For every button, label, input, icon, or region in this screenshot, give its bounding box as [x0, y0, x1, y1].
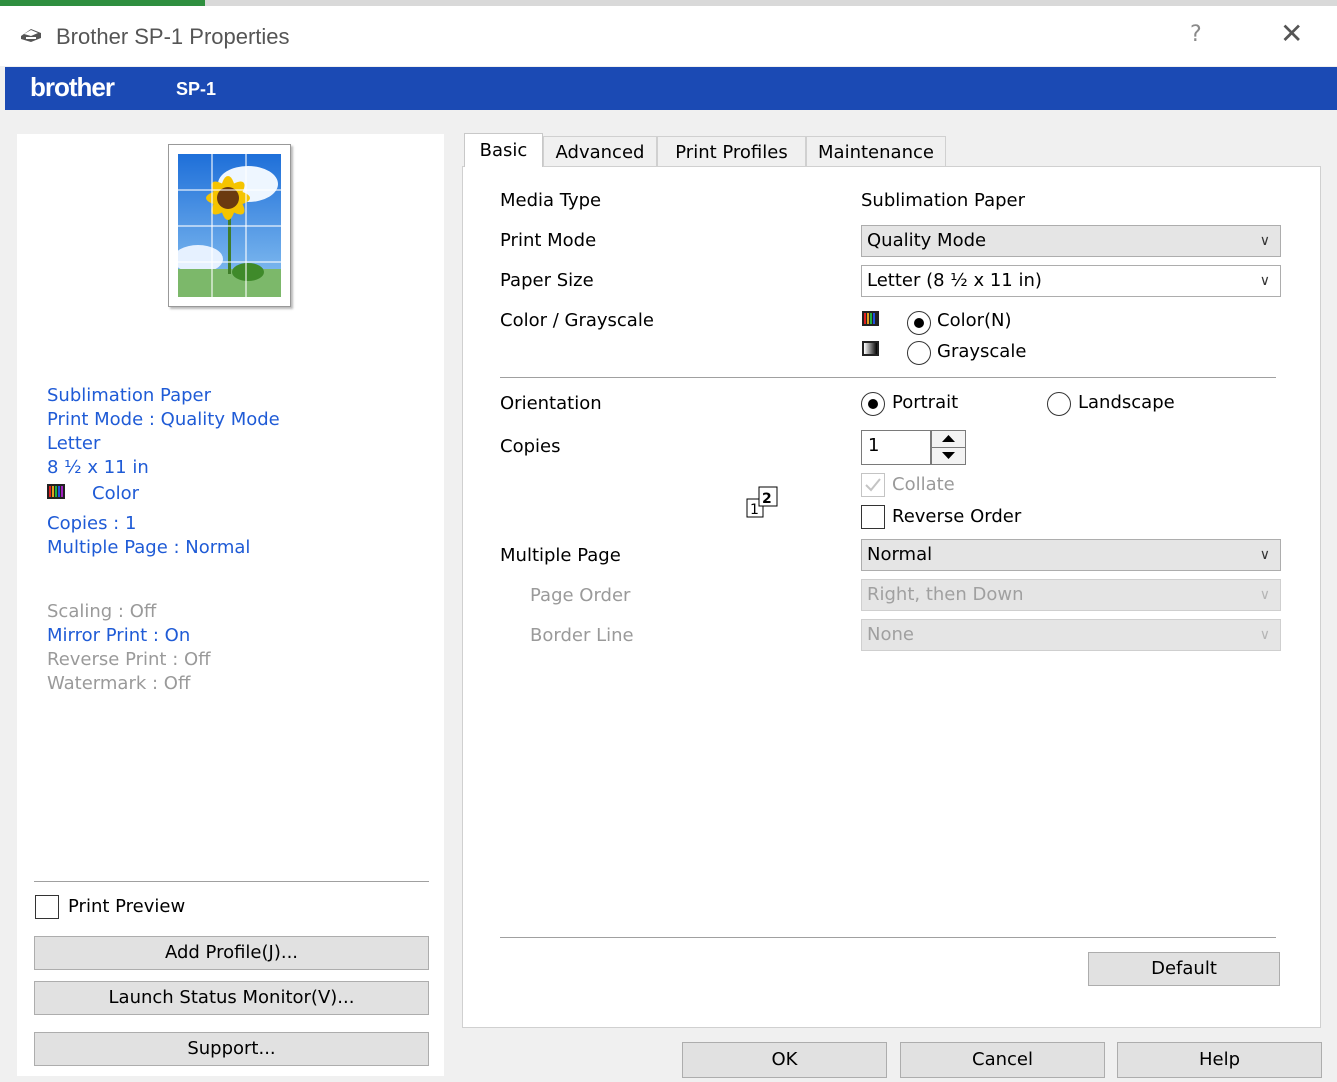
grayscale-radio[interactable]: [907, 341, 931, 365]
chevron-down-icon: ∨: [1259, 587, 1270, 603]
summary-media-type: Sublimation Paper: [47, 385, 212, 406]
grayscale-option-label: Grayscale: [937, 341, 1027, 362]
tab-basic[interactable]: Basic: [464, 133, 543, 167]
model-name: SP-1: [176, 79, 217, 99]
print-mode-label: Print Mode: [500, 230, 597, 251]
multiple-page-label: Multiple Page: [500, 545, 621, 566]
color-option-label: Color(N): [937, 310, 1012, 331]
media-type-label: Media Type: [500, 190, 602, 211]
summary-mirror-print: Mirror Print : On: [47, 625, 191, 646]
print-preview-label: Print Preview: [68, 896, 186, 917]
collate-label: Collate: [892, 474, 955, 495]
copies-value: 1: [868, 435, 880, 456]
summary-paper: Letter: [47, 433, 101, 454]
page-preview-thumbnail: [168, 144, 291, 307]
summary-print-mode: Print Mode : Quality Mode: [47, 409, 280, 430]
default-button[interactable]: Default: [1088, 952, 1280, 986]
border-line-label: Border Line: [530, 625, 634, 646]
print-mode-value: Quality Mode: [867, 230, 987, 251]
checkmark-icon: [865, 478, 881, 492]
paper-size-label: Paper Size: [500, 270, 594, 291]
copies-stepper[interactable]: [931, 430, 966, 465]
color-icon: [47, 484, 65, 499]
copies-label: Copies: [500, 436, 561, 457]
triangle-up-icon: [942, 435, 955, 442]
color-icon: [862, 311, 879, 326]
ok-button[interactable]: OK: [682, 1042, 887, 1078]
media-type-value: Sublimation Paper: [861, 190, 1026, 211]
help-button[interactable]: Help: [1117, 1042, 1322, 1078]
brother-logo: brother: [30, 72, 115, 102]
copies-input[interactable]: 1: [861, 430, 931, 465]
reverse-order-label: Reverse Order: [892, 506, 1022, 527]
grayscale-icon: [862, 341, 879, 356]
tab-advanced[interactable]: Advanced: [543, 136, 657, 166]
page-order-value: Right, then Down: [867, 584, 1024, 605]
collate-pages-icon: 1 2: [746, 486, 778, 518]
window-title: Brother SP-1 Properties: [56, 24, 290, 49]
paper-size-value: Letter (8 ½ x 11 in): [867, 270, 1042, 291]
tab-maintenance[interactable]: Maintenance: [806, 136, 946, 166]
summary-watermark: Watermark : Off: [47, 673, 191, 694]
chevron-down-icon: ∨: [1259, 273, 1270, 289]
paper-size-dropdown[interactable]: Letter (8 ½ x 11 in) ∨: [861, 265, 1281, 297]
left-divider: [34, 881, 429, 882]
cancel-button[interactable]: Cancel: [900, 1042, 1105, 1078]
summary-color: Color: [92, 483, 139, 504]
summary-reverse-print: Reverse Print : Off: [47, 649, 211, 670]
bottom-divider: [500, 937, 1276, 938]
landscape-radio[interactable]: [1047, 392, 1071, 416]
print-mode-dropdown[interactable]: Quality Mode ∨: [861, 225, 1281, 257]
sunflower-image: [178, 154, 281, 297]
close-icon[interactable]: ✕: [1280, 20, 1303, 48]
printer-icon: [21, 29, 41, 42]
portrait-radio[interactable]: [861, 392, 885, 416]
svg-text:2: 2: [762, 491, 772, 507]
summary-multiple-page: Multiple Page : Normal: [47, 537, 251, 558]
portrait-label: Portrait: [892, 392, 959, 413]
color-grayscale-label: Color / Grayscale: [500, 310, 654, 331]
border-line-dropdown[interactable]: None ∨: [861, 619, 1281, 651]
color-radio[interactable]: [907, 311, 931, 335]
support-button[interactable]: Support...: [34, 1032, 429, 1066]
launch-status-monitor-button[interactable]: Launch Status Monitor(V)...: [34, 981, 429, 1015]
svg-text:1: 1: [750, 502, 759, 518]
border-line-value: None: [867, 624, 914, 645]
triangle-down-icon: [942, 452, 955, 459]
summary-copies: Copies : 1: [47, 513, 137, 534]
page-order-dropdown[interactable]: Right, then Down ∨: [861, 579, 1281, 611]
multiple-page-value: Normal: [867, 544, 933, 565]
orientation-label: Orientation: [500, 393, 602, 414]
summary-paper-dims: 8 ½ x 11 in: [47, 457, 149, 478]
print-preview-checkbox[interactable]: [35, 895, 59, 919]
landscape-label: Landscape: [1078, 392, 1175, 413]
section-divider: [500, 377, 1276, 378]
chevron-down-icon: ∨: [1259, 233, 1270, 249]
copies-down-button[interactable]: [932, 448, 965, 464]
chevron-down-icon: ∨: [1259, 627, 1270, 643]
page-order-label: Page Order: [530, 585, 631, 606]
multiple-page-dropdown[interactable]: Normal ∨: [861, 539, 1281, 571]
chevron-down-icon: ∨: [1259, 547, 1270, 563]
add-profile-button[interactable]: Add Profile(J)...: [34, 936, 429, 970]
copies-up-button[interactable]: [932, 431, 965, 448]
summary-scaling: Scaling : Off: [47, 601, 157, 622]
reverse-order-checkbox[interactable]: [861, 505, 885, 529]
tab-print-profiles[interactable]: Print Profiles: [657, 136, 806, 166]
help-icon[interactable]: ?: [1190, 22, 1202, 47]
collate-checkbox[interactable]: [861, 473, 885, 497]
